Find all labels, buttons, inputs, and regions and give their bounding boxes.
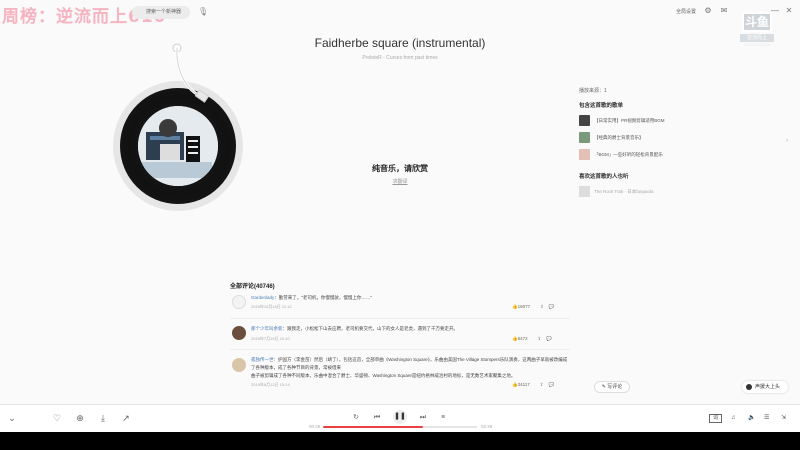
divider bbox=[230, 349, 570, 350]
comment-text: 孤独传一世：护国方（李金苗）然后（靖了），包括这首，全部单曲《Washingto… bbox=[251, 357, 568, 378]
chevron-right-icon[interactable]: › bbox=[786, 138, 788, 144]
playlist-thumb bbox=[579, 132, 590, 144]
fm-icon[interactable]: ≡ bbox=[437, 412, 449, 424]
playlist-thumb bbox=[579, 115, 590, 127]
progress-fill bbox=[323, 426, 424, 428]
playlists-heading: 包含这首歌的歌单 bbox=[579, 103, 624, 109]
search-input[interactable]: 搜索一个新神器 bbox=[132, 6, 190, 19]
liker-item[interactable]: The Rock Trak · 日本fanpaola bbox=[579, 186, 654, 198]
mini-player-icon[interactable]: ⇲ bbox=[781, 413, 786, 423]
song-title: Faidherbe square (instrumental) bbox=[314, 36, 486, 50]
divider bbox=[230, 318, 570, 319]
comment-actions: 👍34117 ⇪ 💬 bbox=[512, 382, 559, 388]
loop-icon[interactable]: ↻ bbox=[350, 412, 362, 424]
reply-icon[interactable]: 💬 bbox=[546, 336, 552, 341]
avatar[interactable] bbox=[232, 295, 246, 309]
music-player-window: 周榜：逆流而上610 搜索一个新神器 🎙 全局设置 ⚙ ✉ — ✕ 斗鱼 逆流而… bbox=[0, 0, 800, 432]
settings-label[interactable]: 全局设置 bbox=[676, 8, 696, 15]
share-icon[interactable]: ↗ bbox=[120, 412, 132, 424]
tonearm bbox=[172, 43, 201, 98]
comment-user[interactable]: 那个少年叫余新 bbox=[251, 326, 283, 331]
voice-button[interactable]: 声援大上头 bbox=[742, 381, 788, 393]
douyu-logo: 斗鱼 bbox=[742, 12, 772, 32]
chevron-down-icon[interactable]: ⌄ bbox=[6, 412, 18, 424]
player-bar: ⌄ ♡ ⊕ ⤓ ↗ ↻ ⏮ ❚❚ ⏭ ≡ 00:26 02:29 词 ♫ 🔈 ☰… bbox=[0, 404, 800, 432]
lyric-toggle[interactable]: 词 bbox=[709, 414, 722, 423]
likers-heading: 喜欢这首歌的人也听 bbox=[579, 174, 629, 180]
comment-time: 2019年10月15日 11:12 bbox=[251, 304, 292, 309]
share-icon[interactable]: ⇪ bbox=[540, 304, 544, 309]
progress-bar[interactable] bbox=[323, 426, 477, 428]
time-current: 00:26 bbox=[309, 424, 321, 429]
comment-user[interactable]: Gardenlady bbox=[251, 295, 274, 300]
download-icon[interactable]: ⤓ bbox=[97, 412, 109, 424]
reply-icon[interactable]: 💬 bbox=[549, 304, 555, 309]
playlist-item[interactable]: 「BGM」一些好听的轻松背景配乐 bbox=[579, 149, 663, 161]
comment-user[interactable]: 孤独传一世 bbox=[251, 357, 274, 362]
share-icon[interactable]: ⇪ bbox=[540, 382, 544, 387]
close-icon[interactable]: ✕ bbox=[784, 6, 794, 16]
like-icon[interactable]: 👍16077 bbox=[512, 304, 535, 309]
write-comment-button[interactable]: ✎ 写评论 bbox=[594, 381, 630, 393]
time-total: 02:29 bbox=[481, 424, 493, 429]
volume-icon[interactable]: 🔈 bbox=[748, 413, 755, 423]
mail-icon[interactable]: ✉ bbox=[719, 6, 729, 16]
gear-icon[interactable]: ⚙ bbox=[703, 6, 713, 16]
like-icon[interactable]: 👍34117 bbox=[512, 382, 535, 387]
pause-button[interactable]: ❚❚ bbox=[393, 410, 407, 424]
comment-time: 2019年7月15日 20:40 bbox=[251, 336, 290, 341]
avatar[interactable] bbox=[232, 358, 246, 372]
playlist-thumb bbox=[579, 149, 590, 161]
album-cover bbox=[138, 106, 218, 186]
comment-actions: 👍16077 ⇪ 💬 bbox=[512, 304, 560, 310]
play-source: 播放来源：1 bbox=[579, 88, 607, 94]
pure-music-message: 纯音乐，请欣赏 bbox=[372, 164, 428, 173]
top-bar: 周榜：逆流而上610 搜索一个新神器 🎙 全局设置 ⚙ ✉ — ✕ bbox=[0, 0, 800, 27]
reply-icon[interactable]: 💬 bbox=[549, 382, 555, 387]
previous-icon[interactable]: ⏮ bbox=[371, 412, 383, 424]
avatar[interactable] bbox=[232, 326, 246, 340]
comment-text: 那个少年叫余新：跟我走，小松松下山去应聘，老司机要交代，山下的女人是老虎，遇到了… bbox=[251, 326, 458, 331]
like-icon[interactable]: 👍6472 bbox=[512, 336, 533, 341]
next-icon[interactable]: ⏭ bbox=[417, 412, 429, 424]
heart-icon[interactable]: ♡ bbox=[51, 412, 63, 424]
sound-effect-icon[interactable]: ♫ bbox=[731, 413, 736, 423]
playlist-icon[interactable]: ☰ bbox=[764, 413, 769, 423]
playlist-item[interactable]: 【经典的爵士背景音乐】 bbox=[579, 132, 644, 144]
voice-icon bbox=[746, 383, 752, 390]
collect-icon[interactable]: ⊕ bbox=[74, 412, 86, 424]
liker-avatar bbox=[579, 186, 590, 198]
letterbox-bar bbox=[0, 432, 800, 450]
playlist-item[interactable]: 【日常实用】PR视频剪辑适用BGM bbox=[579, 115, 665, 127]
comment-actions: 👍6472 ⇪ 💬 bbox=[512, 336, 557, 342]
song-artist-album[interactable]: ProleteR - Curses from past times bbox=[0, 55, 800, 61]
share-icon[interactable]: ⇪ bbox=[538, 336, 542, 341]
comment-text: Gardenlady：勤劳来了，"老司机，你慢慢驶，慢慢上你……" bbox=[251, 295, 372, 300]
request-translation-link[interactable]: 求翻译 bbox=[0, 178, 800, 185]
mic-icon[interactable]: 🎙 bbox=[198, 7, 208, 17]
comment-time: 2019年8月12日 15:14 bbox=[251, 382, 290, 387]
comments-title: 全部评论(40746) bbox=[230, 284, 275, 290]
